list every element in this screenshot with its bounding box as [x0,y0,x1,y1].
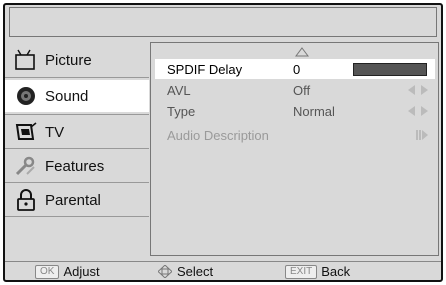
hint-label: Back [321,264,351,279]
tv-icon [13,121,39,143]
hint-label: Select [177,264,214,279]
setting-value: Normal [293,103,335,119]
sidebar-item-label: TV [45,123,65,141]
setting-row-avl[interactable]: AVL Off [155,80,435,100]
sidebar-item-tv[interactable]: TV [5,116,149,148]
sidebar-menu: Picture Sound TV Features Parental [5,42,149,227]
setting-value: 0 [293,61,301,77]
settings-panel: SPDIF Delay 0 AVL Off Type Normal Audio … [150,42,439,256]
divider [5,216,149,217]
sidebar-item-parental[interactable]: Parental [5,184,149,216]
left-right-arrows-icon [408,106,428,116]
setting-row-audio-description[interactable]: Audio Description [155,125,435,145]
divider [5,148,149,149]
setting-row-spdif-delay[interactable]: SPDIF Delay 0 [155,59,435,79]
hint-back: EXIT Back [285,264,350,279]
title-bar [9,7,437,37]
sidebar-item-label: Sound [45,87,89,105]
divider [5,77,149,78]
scroll-up-icon[interactable] [295,47,309,57]
divider [5,114,149,115]
footer-hints: OK Adjust Select EXIT Back [5,261,441,281]
sidebar-item-label: Parental [45,191,101,209]
sidebar-item-label: Picture [45,51,92,69]
picture-icon [13,49,39,71]
tv-menu-frame: Picture Sound TV Features Parental SPDIF… [0,0,446,285]
sidebar-item-picture[interactable]: Picture [5,44,149,76]
exit-key: EXIT [285,264,318,279]
sidebar-item-label: Features [45,157,105,175]
setting-name: AVL [167,82,191,98]
setting-value: Off [293,82,311,98]
setting-name: Type [167,103,196,119]
delay-slider-bar[interactable] [353,62,427,76]
updown-arrows-icon [158,265,172,278]
lock-icon [13,189,39,211]
submenu-arrow-icon [416,130,428,140]
left-right-arrows-icon [408,85,428,95]
hint-label: Adjust [63,264,100,279]
sound-icon [13,85,39,107]
divider [5,182,149,183]
hint-select: Select [158,264,213,279]
sidebar-item-features[interactable]: Features [5,150,149,182]
setting-row-type[interactable]: Type Normal [155,101,435,121]
hint-adjust: OK Adjust [35,264,100,279]
sidebar-item-sound[interactable]: Sound [5,80,149,112]
setting-name: Audio Description [167,127,269,143]
ok-key: OK [35,264,60,279]
setting-name: SPDIF Delay [167,61,243,77]
osd-screen: Picture Sound TV Features Parental SPDIF… [3,3,443,282]
features-icon [13,155,39,177]
